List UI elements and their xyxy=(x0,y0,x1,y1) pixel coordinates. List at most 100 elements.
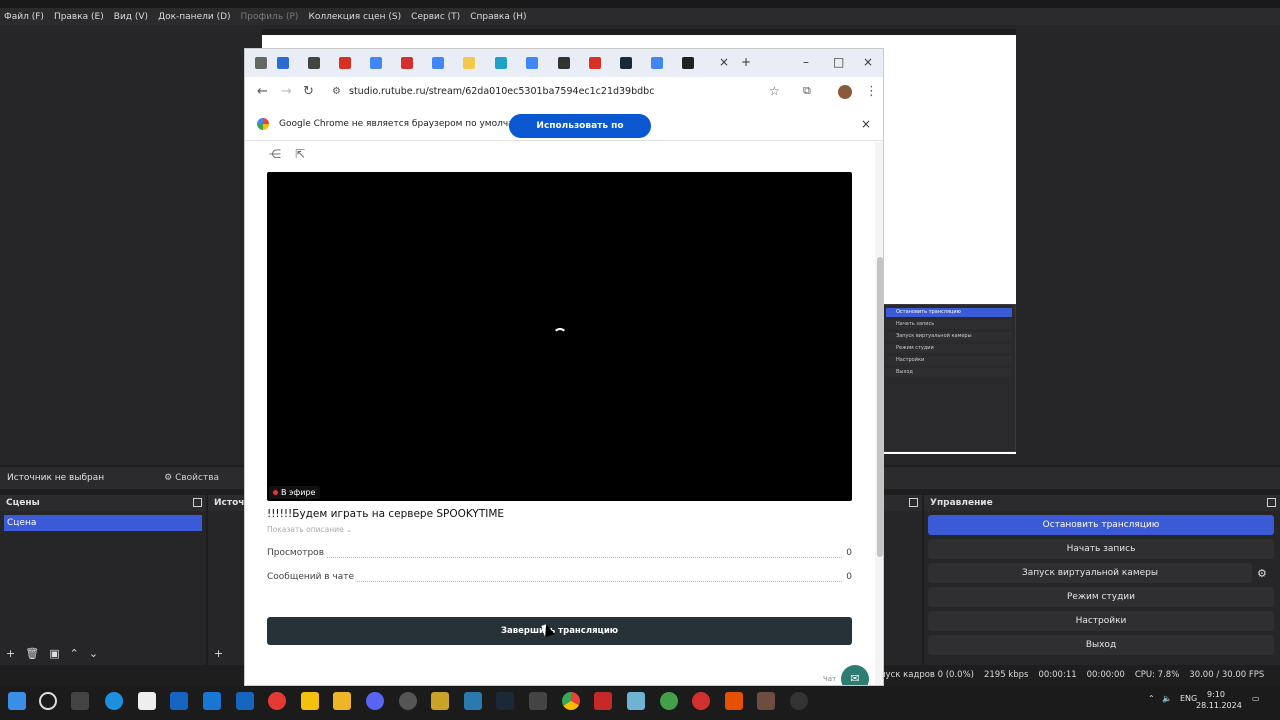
filter-icon[interactable]: ▣ xyxy=(49,647,59,660)
set-default-button[interactable]: Использовать по умолчанию xyxy=(509,114,651,155)
google-icon[interactable] xyxy=(526,57,538,69)
tab-search-icon[interactable] xyxy=(255,57,267,69)
arrow-up-icon[interactable]: ⌃ xyxy=(70,647,79,660)
studio-mode-button[interactable]: Режим студии xyxy=(928,587,1274,607)
undock-icon[interactable] xyxy=(909,498,918,507)
app-icon[interactable] xyxy=(594,692,612,710)
site-info-icon[interactable]: ⚙ xyxy=(332,81,341,103)
share-icon[interactable]: ⋲ xyxy=(269,147,281,161)
notepad-icon[interactable] xyxy=(138,692,156,710)
google-icon[interactable] xyxy=(651,57,663,69)
menu-file[interactable]: Файл (F) xyxy=(4,12,44,22)
discord-icon[interactable] xyxy=(366,692,384,710)
gmail-icon[interactable] xyxy=(339,57,351,69)
minimize-icon[interactable]: – xyxy=(803,55,809,69)
tab-favicon[interactable] xyxy=(308,57,320,69)
undock-icon[interactable] xyxy=(1267,498,1276,507)
app-icon[interactable] xyxy=(529,692,547,710)
app-icon[interactable] xyxy=(627,692,645,710)
tray-chevron-icon[interactable]: ⌃ xyxy=(1148,694,1155,703)
settings-button[interactable]: Настройки xyxy=(928,611,1274,631)
extensions-icon[interactable]: ⧉ xyxy=(803,84,811,98)
gmail-icon[interactable] xyxy=(589,57,601,69)
rutube-icon[interactable] xyxy=(682,57,694,69)
google-chrome-icon xyxy=(257,118,269,130)
show-description-link[interactable]: Показать описание ⌄ xyxy=(267,525,352,534)
menu-edit[interactable]: Правка (E) xyxy=(54,12,104,22)
add-source-icon[interactable]: + xyxy=(214,647,223,660)
tab-favicon[interactable] xyxy=(558,57,570,69)
profile-avatar[interactable] xyxy=(838,85,852,99)
menu-dots-icon[interactable]: ⋮ xyxy=(865,84,878,99)
app-icon[interactable] xyxy=(660,692,678,710)
chrome-window: × + – □ × ← → ↻ ⚙ studio.rutube.ru/stream… xyxy=(244,48,884,686)
menu-view[interactable]: Вид (V) xyxy=(114,12,148,22)
chrome-icon[interactable] xyxy=(562,692,580,710)
open-external-icon[interactable]: ⇱ xyxy=(295,147,305,161)
app-icon[interactable] xyxy=(790,692,808,710)
volume-icon[interactable]: 🔈 xyxy=(1162,694,1172,703)
virtualcam-gear-icon[interactable]: ⚙ xyxy=(1257,567,1267,580)
google-icon[interactable] xyxy=(432,57,444,69)
exit-button[interactable]: Выход xyxy=(928,635,1274,655)
yandex-icon[interactable] xyxy=(268,692,286,710)
tab-favicon[interactable] xyxy=(401,57,413,69)
tab-favicon[interactable] xyxy=(495,57,507,69)
stop-streaming-button[interactable]: Остановить трансляцию xyxy=(928,515,1274,535)
windows-taskbar: ⌃ 🔈 ENG 9:10 28.11.2024 ▭ xyxy=(0,686,1280,720)
minecraft-icon[interactable] xyxy=(757,692,775,710)
close-window-icon[interactable]: × xyxy=(863,55,873,69)
back-icon[interactable]: ← xyxy=(257,84,268,99)
app-icon[interactable] xyxy=(203,692,221,710)
language-indicator[interactable]: ENG xyxy=(1180,694,1197,703)
search-icon[interactable] xyxy=(39,692,57,710)
menu-scene-collection[interactable]: Коллекция сцен (S) xyxy=(308,12,401,22)
obs-menubar: Файл (F) Правка (E) Вид (V) Док-панели (… xyxy=(0,8,1280,25)
tab-favicon[interactable] xyxy=(277,57,289,69)
notifications-icon[interactable]: ▭ xyxy=(1252,694,1260,703)
forward-icon[interactable]: → xyxy=(281,84,292,99)
edge-icon[interactable] xyxy=(105,692,123,710)
arrow-down-icon[interactable]: ⌄ xyxy=(89,647,98,660)
app-icon[interactable] xyxy=(170,692,188,710)
app-icon[interactable] xyxy=(236,692,254,710)
reload-icon[interactable]: ↻ xyxy=(303,84,314,99)
app-icon[interactable] xyxy=(464,692,482,710)
undock-icon[interactable] xyxy=(193,498,202,507)
menu-profile[interactable]: Профиль (P) xyxy=(241,12,299,22)
close-infobar-icon[interactable]: × xyxy=(861,117,871,131)
start-recording-button[interactable]: Начать запись xyxy=(928,539,1274,559)
menu-tools[interactable]: Сервис (T) xyxy=(411,12,460,22)
new-tab-icon[interactable]: + xyxy=(741,55,751,69)
steam-icon[interactable] xyxy=(496,692,514,710)
maximize-icon[interactable]: □ xyxy=(833,55,844,69)
video-player[interactable]: В эфире xyxy=(267,172,852,501)
clock-date: 28.11.2024 xyxy=(1196,701,1242,710)
scene-item[interactable]: Сцена xyxy=(4,515,202,531)
menu-docks[interactable]: Док-панели (D) xyxy=(158,12,230,22)
windows-start-icon[interactable] xyxy=(8,692,26,710)
google-icon[interactable] xyxy=(370,57,382,69)
end-stream-button[interactable]: Завершить трансляцию xyxy=(267,617,852,645)
trash-icon[interactable]: 🗑 xyxy=(25,647,39,660)
app-icon[interactable] xyxy=(725,692,743,710)
app-icon[interactable] xyxy=(431,692,449,710)
scrollbar-thumb[interactable] xyxy=(877,257,883,557)
properties-button[interactable]: ⚙ Свойства xyxy=(164,473,219,483)
obs-icon[interactable] xyxy=(399,692,417,710)
menu-help[interactable]: Справка (H) xyxy=(470,12,526,22)
folder-icon[interactable] xyxy=(333,692,351,710)
opera-icon[interactable] xyxy=(692,692,710,710)
bookmark-star-icon[interactable]: ☆ xyxy=(769,84,780,98)
taskbar-clock[interactable]: 9:10 28.11.2024 xyxy=(1196,689,1242,711)
virtual-camera-button[interactable]: Запуск виртуальной камеры xyxy=(928,563,1252,583)
tab-favicon[interactable] xyxy=(463,57,475,69)
address-bar[interactable]: ⚙ studio.rutube.ru/stream/62da010ec5301ba… xyxy=(325,81,795,103)
app-icon[interactable] xyxy=(301,692,319,710)
close-tab-icon[interactable]: × xyxy=(719,55,729,69)
add-icon[interactable]: + xyxy=(6,647,15,660)
task-view-icon[interactable] xyxy=(71,692,89,710)
chat-icon[interactable]: ✉ xyxy=(841,665,869,685)
bitrate: 2195 kbps xyxy=(983,670,1029,680)
steam-icon[interactable] xyxy=(620,57,632,69)
